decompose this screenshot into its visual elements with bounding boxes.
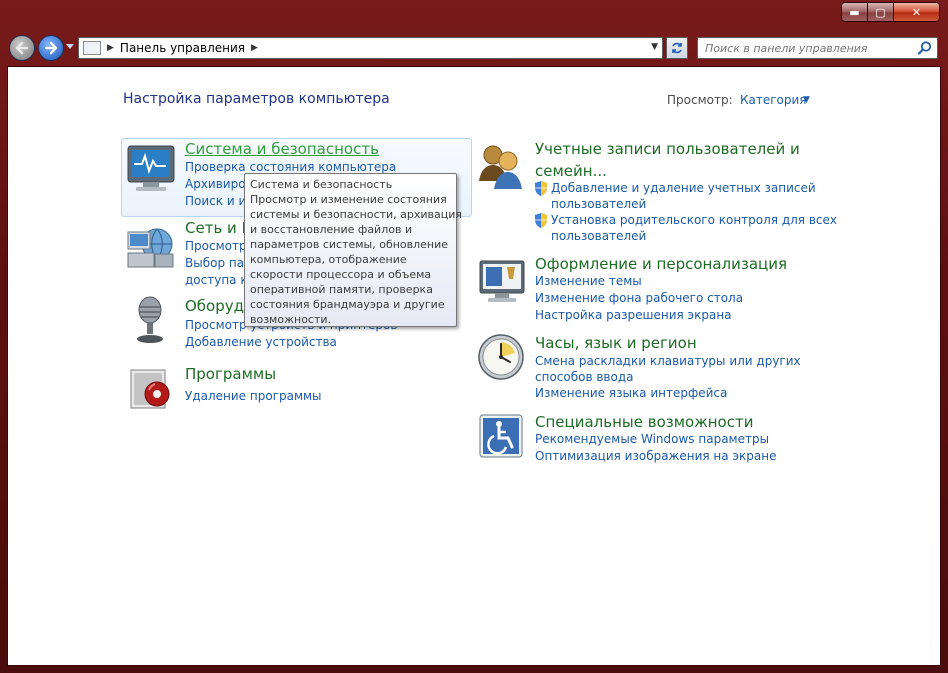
search-box[interactable] — [697, 37, 938, 59]
link-change-keyboard-cont[interactable]: способов ввода — [535, 369, 634, 386]
control-panel-content: Настройка параметров компьютера Просмотр… — [7, 66, 941, 666]
link-change-theme[interactable]: Изменение темы — [535, 273, 642, 290]
tooltip-line: и восстановление файлов и — [250, 223, 413, 236]
personalization-icon[interactable] — [477, 257, 529, 309]
tooltip-line: Просмотр и изменение состояния — [250, 193, 447, 206]
microphone-icon[interactable] — [128, 295, 180, 347]
close-button[interactable]: ✕ — [894, 2, 940, 22]
link-recommended-settings[interactable]: Рекомендуемые Windows параметры — [535, 431, 769, 448]
category-system-security-title[interactable]: Система и безопасность — [185, 140, 379, 158]
category-personalization-title[interactable]: Оформление и персонализация — [535, 255, 787, 273]
window-frame: ▬ ▢ ✕ ▶ Панель управления ▶ ▼ Поиск в па… — [0, 0, 948, 673]
link-screen-resolution[interactable]: Настройка разрешения экрана — [535, 307, 732, 324]
monitor-pulse-icon[interactable] — [126, 143, 178, 195]
uac-shield-icon — [535, 181, 547, 196]
link-parental-controls-cont[interactable]: пользователей — [551, 228, 646, 245]
maximize-button[interactable]: ▢ — [868, 2, 894, 22]
programs-disc-icon[interactable] — [127, 364, 179, 416]
navigation-bar: ▶ Панель управления ▶ ▼ — [0, 30, 948, 66]
address-dropdown-icon[interactable]: ▼ — [651, 42, 658, 52]
forward-button[interactable] — [38, 35, 64, 61]
title-bar[interactable]: ▬ ▢ ✕ — [0, 0, 948, 30]
uac-shield-icon — [535, 213, 547, 228]
tooltip-line: параметров системы, обновление — [250, 238, 449, 251]
category-user-accounts-title-cont[interactable]: семейн... — [535, 162, 607, 180]
recent-pages-dropdown[interactable] — [66, 43, 74, 53]
tooltip-line: Система и безопасность — [250, 178, 393, 191]
link-display-language[interactable]: Изменение языка интерфейса — [535, 385, 727, 402]
link-add-remove-accounts[interactable]: Добавление и удаление учетных записей — [551, 180, 816, 197]
link-optimize-display[interactable]: Оптимизация изображения на экране — [535, 448, 776, 465]
accessibility-icon[interactable] — [477, 412, 529, 464]
forward-arrow-icon — [44, 41, 58, 55]
search-icon[interactable] — [917, 40, 933, 56]
breadcrumb-separator-icon[interactable]: ▶ — [107, 43, 114, 53]
category-tooltip: Система и безопасность Просмотр и измене… — [244, 173, 463, 327]
users-icon[interactable] — [476, 141, 528, 193]
control-panel-icon — [83, 41, 101, 55]
tooltip-line: скорости процессора и объема — [250, 268, 432, 281]
view-by-dropdown[interactable]: Категория — [740, 93, 807, 107]
link-add-remove-accounts-cont[interactable]: пользователей — [551, 196, 646, 213]
view-by-label: Просмотр: — [667, 93, 733, 107]
minimize-button[interactable]: ▬ — [841, 2, 868, 22]
link-change-keyboard[interactable]: Смена раскладки клавиатуры или других — [535, 353, 801, 370]
category-ease-of-access-title[interactable]: Специальные возможности — [535, 413, 753, 431]
tooltip-line: состояния брандмауэра и другие — [250, 298, 445, 311]
window-bottom-border[interactable] — [0, 666, 948, 673]
page-title: Настройка параметров компьютера — [123, 91, 390, 107]
caption-buttons: ▬ ▢ ✕ — [841, 2, 940, 22]
link-parental-controls[interactable]: Установка родительского контроля для все… — [551, 212, 837, 229]
refresh-icon — [672, 42, 682, 54]
breadcrumb-separator-icon[interactable]: ▶ — [251, 43, 258, 53]
category-clock-language-title[interactable]: Часы, язык и регион — [535, 334, 697, 352]
tooltip-line: возможности. — [250, 313, 332, 326]
tooltip-line: оперативной памяти, проверка — [250, 283, 433, 296]
link-change-wallpaper[interactable]: Изменение фона рабочего стола — [535, 290, 743, 307]
search-input[interactable] — [705, 39, 915, 57]
category-programs-title[interactable]: Программы — [185, 365, 276, 383]
category-user-accounts-title[interactable]: Учетные записи пользователей и — [535, 140, 800, 158]
back-button[interactable] — [9, 35, 35, 61]
address-bar[interactable]: ▶ Панель управления ▶ ▼ — [78, 37, 663, 59]
link-add-device[interactable]: Добавление устройства — [185, 334, 337, 351]
chevron-down-icon — [66, 44, 74, 49]
clock-icon[interactable] — [476, 332, 528, 384]
breadcrumb-control-panel[interactable]: Панель управления — [120, 41, 245, 55]
network-icon[interactable] — [125, 222, 177, 274]
link-uninstall-program[interactable]: Удаление программы — [185, 388, 322, 405]
refresh-button[interactable] — [666, 37, 688, 59]
tooltip-line: компьютера, отображение — [250, 253, 407, 266]
back-arrow-icon — [15, 41, 29, 55]
tooltip-line: системы и безопасности, архивация — [250, 208, 463, 221]
chevron-down-icon[interactable]: ▼ — [803, 95, 810, 105]
